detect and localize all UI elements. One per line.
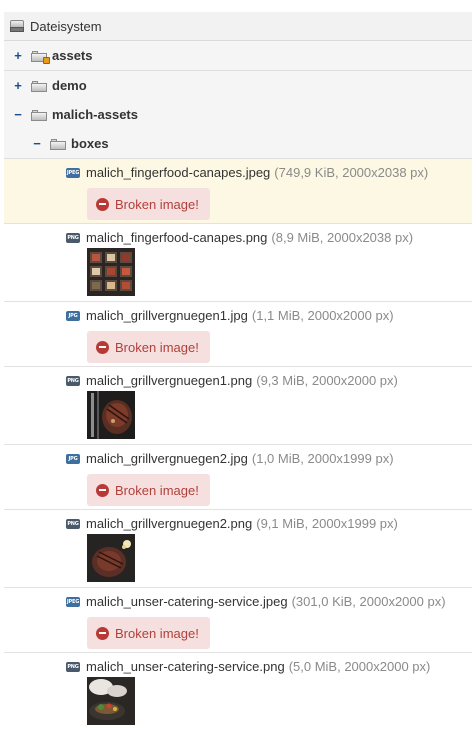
jpeg-file-icon: JPG bbox=[66, 310, 80, 321]
broken-image-notice: Broken image! bbox=[87, 617, 210, 649]
folder-icon bbox=[31, 109, 47, 121]
file-name[interactable]: malich_grillvergnuegen1.png bbox=[86, 373, 252, 388]
jpeg-file-icon: JPEG bbox=[66, 167, 80, 178]
broken-image-label: Broken image! bbox=[115, 625, 199, 641]
filesystem-icon bbox=[10, 20, 24, 32]
file-name[interactable]: malich_fingerfood-canapes.jpeg bbox=[86, 165, 270, 180]
image-thumbnail-canapes[interactable] bbox=[87, 248, 135, 296]
no-entry-icon bbox=[96, 197, 109, 211]
image-thumbnail-grill1[interactable] bbox=[87, 391, 135, 439]
jpeg-file-icon: JPG bbox=[66, 453, 80, 464]
file-row[interactable]: PNG malich_grillvergnuegen1.png (9,3 MiB… bbox=[4, 367, 472, 445]
folder-icon bbox=[31, 80, 47, 92]
file-meta: (5,0 MiB, 2000x2000 px) bbox=[288, 659, 431, 674]
broken-image-notice: Broken image! bbox=[87, 188, 210, 220]
folder-row-assets[interactable]: + assets bbox=[4, 41, 472, 71]
file-row[interactable]: JPEG malich_fingerfood-canapes.jpeg (749… bbox=[4, 159, 472, 224]
file-name[interactable]: malich_unser-catering-service.jpeg bbox=[86, 594, 288, 609]
png-file-icon: PNG bbox=[66, 232, 80, 243]
jpeg-file-icon: JPEG bbox=[66, 596, 80, 607]
no-entry-icon bbox=[96, 626, 109, 640]
file-row[interactable]: PNG malich_unser-catering-service.png (5… bbox=[4, 653, 472, 729]
broken-image-label: Broken image! bbox=[115, 482, 199, 498]
folder-label[interactable]: malich-assets bbox=[52, 107, 138, 122]
no-entry-icon bbox=[96, 340, 109, 354]
file-meta: (9,3 MiB, 2000x2000 px) bbox=[256, 373, 398, 388]
tree-root[interactable]: Dateisystem bbox=[4, 12, 472, 41]
broken-image-label: Broken image! bbox=[115, 339, 199, 355]
broken-image-notice: Broken image! bbox=[87, 331, 210, 363]
folder-icon bbox=[50, 138, 66, 150]
file-meta: (301,0 KiB, 2000x2000 px) bbox=[291, 594, 446, 609]
folder-locked-icon bbox=[31, 50, 50, 64]
file-row[interactable]: JPEG malich_unser-catering-service.jpeg … bbox=[4, 588, 472, 653]
folder-label[interactable]: boxes bbox=[71, 136, 109, 151]
file-row[interactable]: PNG malich_grillvergnuegen2.png (9,1 MiB… bbox=[4, 510, 472, 588]
collapse-toggle[interactable]: − bbox=[32, 137, 42, 150]
broken-image-label: Broken image! bbox=[115, 196, 199, 212]
file-name[interactable]: malich_grillvergnuegen2.png bbox=[86, 516, 252, 531]
folder-row-malich-assets[interactable]: − malich-assets bbox=[4, 100, 472, 130]
expand-toggle[interactable]: + bbox=[13, 49, 23, 62]
file-meta: (1,0 MiB, 2000x1999 px) bbox=[251, 451, 394, 466]
catering-thumbnail-image bbox=[87, 677, 135, 725]
png-file-icon: PNG bbox=[66, 661, 80, 672]
file-row[interactable]: JPG malich_grillvergnuegen1.jpg (1,1 MiB… bbox=[4, 302, 472, 367]
tree-root-label: Dateisystem bbox=[30, 18, 102, 34]
image-thumbnail-catering[interactable] bbox=[87, 677, 135, 725]
image-thumbnail-grill2[interactable] bbox=[87, 534, 135, 582]
folder-row-boxes[interactable]: − boxes bbox=[4, 129, 472, 159]
file-name[interactable]: malich_grillvergnuegen2.jpg bbox=[86, 451, 248, 466]
file-row[interactable]: JPG malich_grillvergnuegen2.jpg (1,0 MiB… bbox=[4, 445, 472, 510]
broken-image-notice: Broken image! bbox=[87, 474, 210, 506]
steak-thumbnail-image bbox=[87, 534, 135, 582]
file-meta: (9,1 MiB, 2000x1999 px) bbox=[256, 516, 398, 531]
canapes-thumbnail-image bbox=[87, 248, 135, 296]
folder-label[interactable]: demo bbox=[52, 78, 87, 93]
folder-row-demo[interactable]: + demo bbox=[4, 71, 472, 101]
png-file-icon: PNG bbox=[66, 518, 80, 529]
file-meta: (1,1 MiB, 2000x2000 px) bbox=[251, 308, 394, 323]
file-name[interactable]: malich_grillvergnuegen1.jpg bbox=[86, 308, 248, 323]
file-name[interactable]: malich_fingerfood-canapes.png bbox=[86, 230, 267, 245]
file-row[interactable]: PNG malich_fingerfood-canapes.png (8,9 M… bbox=[4, 224, 472, 302]
file-name[interactable]: malich_unser-catering-service.png bbox=[86, 659, 285, 674]
file-meta: (8,9 MiB, 2000x2038 px) bbox=[271, 230, 414, 245]
steak-thumbnail-image bbox=[87, 391, 135, 439]
collapse-toggle[interactable]: − bbox=[13, 108, 23, 121]
no-entry-icon bbox=[96, 483, 109, 497]
png-file-icon: PNG bbox=[66, 375, 80, 386]
file-meta: (749,9 KiB, 2000x2038 px) bbox=[274, 165, 429, 180]
folder-label[interactable]: assets bbox=[52, 48, 92, 63]
expand-toggle[interactable]: + bbox=[13, 79, 23, 92]
